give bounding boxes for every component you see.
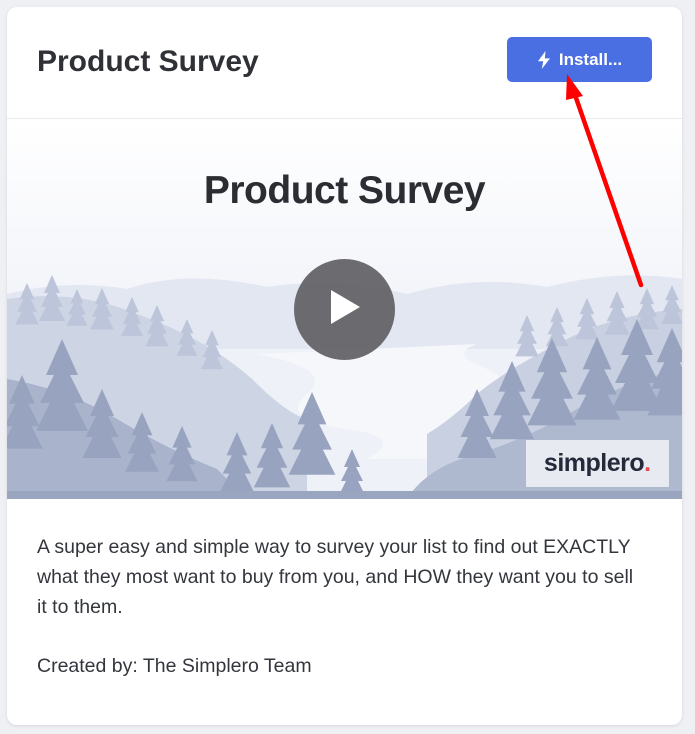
card-title: Product Survey: [37, 45, 259, 78]
video-player[interactable]: Product Survey simplero.: [7, 119, 682, 499]
app-description: A super easy and simple way to survey yo…: [37, 536, 634, 618]
lightning-bolt-icon: [537, 50, 551, 69]
brand-logo: simplero.: [526, 440, 669, 487]
brand-name: simplero: [543, 449, 645, 477]
play-icon: [328, 288, 362, 331]
play-button[interactable]: [294, 259, 395, 360]
install-button-label: Install...: [558, 49, 623, 69]
video-title: Product Survey: [203, 169, 486, 212]
card-header: Product Survey Install...: [7, 7, 682, 119]
created-by-text: Created by: The Simplero Team: [37, 655, 312, 677]
brand-dot: .: [644, 449, 652, 477]
app-card: Product Survey Install... Product Survey…: [7, 7, 682, 725]
install-button[interactable]: Install...: [507, 37, 652, 82]
